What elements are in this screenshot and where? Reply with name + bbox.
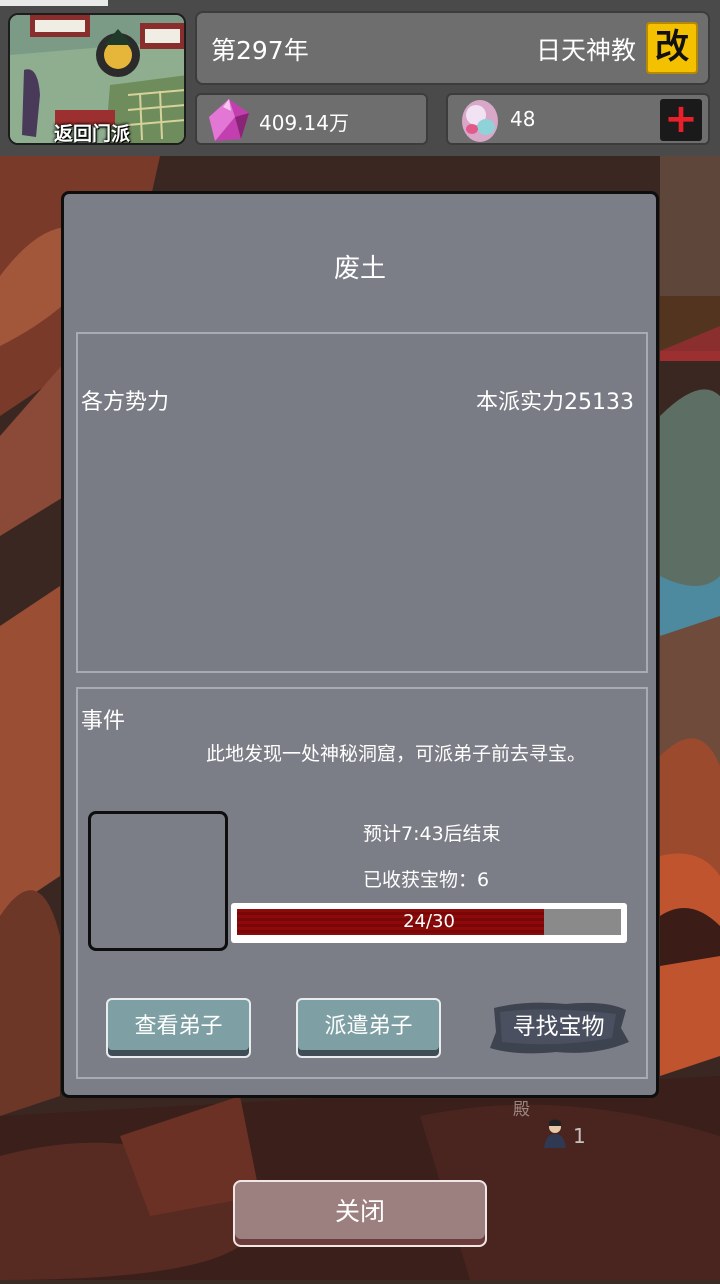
egg-resource: 48 +: [446, 93, 710, 145]
dialog-title: 废土: [333, 254, 386, 284]
factions-panel: 各方势力 本派实力25133: [76, 332, 648, 673]
dispatch-disciple-button[interactable]: 派遣弟子: [296, 998, 441, 1058]
sect-power: 本派实力25133: [476, 390, 634, 415]
factions-label: 各方势力: [81, 390, 170, 415]
treasures-found-text: 已收获宝物：6: [363, 869, 490, 891]
sect-name: 日天神教: [535, 36, 636, 65]
figure-count: 1: [573, 1124, 586, 1148]
status-strip: [0, 0, 108, 6]
progress-text: 24/30: [403, 911, 455, 932]
crystal-amount: 409.14万: [259, 111, 349, 135]
events-panel: 事件 此地发现一处神秘洞窟，可派弟子前去寻宝。 预计7:43后结束 已收获宝物：…: [76, 687, 648, 1079]
disciple-figure-icon: [544, 1119, 566, 1148]
events-label: 事件: [81, 709, 126, 734]
add-resource-button[interactable]: +: [660, 99, 702, 141]
find-treasure-button[interactable]: 寻找宝物: [486, 998, 631, 1058]
crystal-resource: 409.14万: [195, 93, 428, 145]
eta-text: 预计7:43后结束: [363, 823, 501, 845]
return-to-sect-button[interactable]: 返回门派: [8, 13, 186, 145]
return-label: 返回门派: [54, 123, 131, 145]
top-hud: 返回门派 第297年 日天神教 改 409.14万 48 +: [0, 0, 720, 156]
year-text: 第297年: [211, 36, 309, 65]
close-button[interactable]: 关闭: [233, 1180, 487, 1247]
view-disciple-button[interactable]: 查看弟子: [106, 998, 251, 1058]
event-description: 此地发现一处神秘洞窟，可派弟子前去寻宝。: [206, 743, 587, 765]
progress-track: 24/30: [237, 909, 621, 935]
year-sect-panel: 第297年 日天神教 改: [195, 11, 710, 85]
hall-label: 殿: [513, 1100, 530, 1120]
rename-sect-button[interactable]: 改: [646, 22, 698, 74]
disciple-slot[interactable]: [88, 811, 228, 951]
exploration-progress-bar: 24/30: [231, 903, 627, 943]
spirit-egg-icon: [462, 100, 498, 142]
find-treasure-label: 寻找宝物: [512, 1014, 605, 1040]
region-dialog: 废土 各方势力 本派实力25133 事件 此地发现一处神秘洞窟，可派弟子前去寻宝…: [61, 191, 659, 1098]
crystal-icon: [209, 99, 249, 141]
egg-amount: 48: [510, 107, 536, 131]
